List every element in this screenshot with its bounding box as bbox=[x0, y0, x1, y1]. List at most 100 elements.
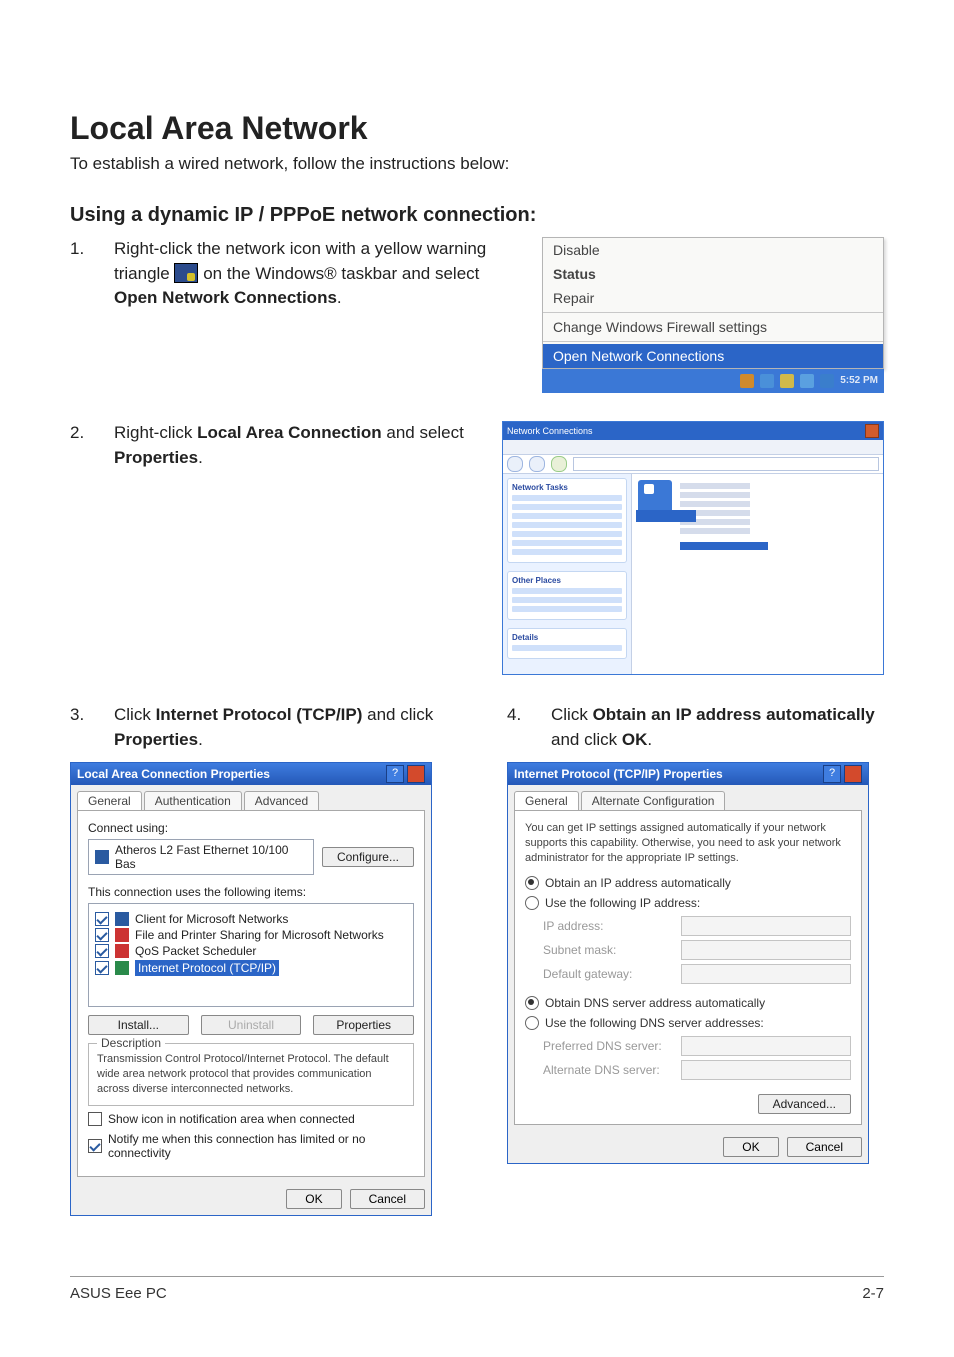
field-label: Alternate DNS server: bbox=[543, 1063, 673, 1077]
tcpip-properties-dialog-figure: Internet Protocol (TCP/IP) Properties ? … bbox=[507, 762, 869, 1164]
adapter-name: Atheros L2 Fast Ethernet 10/100 Bas bbox=[115, 843, 307, 871]
text: . bbox=[647, 730, 652, 749]
radio-label: Obtain DNS server address automatically bbox=[545, 996, 765, 1010]
field-label: Subnet mask: bbox=[543, 943, 673, 957]
tab-advanced: Advanced bbox=[244, 791, 319, 810]
ok-button: OK bbox=[723, 1137, 778, 1157]
cancel-button: Cancel bbox=[787, 1137, 862, 1157]
radio-label: Obtain an IP address automatically bbox=[545, 876, 731, 890]
lac-properties-dialog-figure: Local Area Connection Properties ? Gener… bbox=[70, 762, 432, 1216]
gateway-field bbox=[681, 964, 851, 984]
forward-icon bbox=[529, 456, 545, 472]
radio-icon bbox=[525, 996, 539, 1010]
radio-icon bbox=[525, 896, 539, 910]
text-bold: Properties bbox=[114, 448, 198, 467]
close-icon bbox=[407, 765, 425, 783]
text-bold: Open Network Connections bbox=[114, 288, 337, 307]
window-title: Network Connections bbox=[507, 426, 593, 436]
page-subtitle: Using a dynamic IP / PPPoE network conne… bbox=[70, 204, 884, 227]
configure-button: Configure... bbox=[322, 847, 414, 867]
tab-general: General bbox=[77, 791, 142, 810]
ok-button: OK bbox=[286, 1189, 341, 1209]
uninstall-button: Uninstall bbox=[201, 1015, 302, 1035]
tray-icon bbox=[780, 374, 794, 388]
step-body: Click Internet Protocol (TCP/IP) and cli… bbox=[114, 703, 447, 752]
side-panel-header: Details bbox=[512, 633, 622, 642]
text-bold: OK bbox=[622, 730, 648, 749]
text: . bbox=[198, 730, 203, 749]
page-title: Local Area Network bbox=[70, 110, 884, 147]
checkbox-icon bbox=[88, 1112, 102, 1126]
step-body: Right-click Local Area Connection and se… bbox=[114, 421, 484, 470]
checkbox-icon bbox=[88, 1139, 102, 1153]
list-item: Client for Microsoft Networks bbox=[135, 912, 288, 926]
text: and click bbox=[551, 730, 622, 749]
toolbar bbox=[503, 455, 883, 474]
text: . bbox=[198, 448, 203, 467]
text-bold: Obtain an IP address automatically bbox=[593, 705, 875, 724]
back-icon bbox=[507, 456, 523, 472]
help-icon: ? bbox=[823, 765, 841, 783]
uses-label: This connection uses the following items… bbox=[88, 885, 414, 899]
field-label: Preferred DNS server: bbox=[543, 1039, 673, 1053]
step-body: Right-click the network icon with a yell… bbox=[114, 237, 524, 311]
tab-alternate: Alternate Configuration bbox=[581, 791, 726, 810]
footer-right: 2-7 bbox=[862, 1285, 884, 1302]
description-label: Description bbox=[97, 1036, 165, 1050]
text-bold: Local Area Connection bbox=[197, 423, 382, 442]
tab-general: General bbox=[514, 791, 579, 810]
connect-using-label: Connect using: bbox=[88, 821, 414, 835]
pref-dns-field bbox=[681, 1036, 851, 1056]
components-listbox: Client for Microsoft Networks File and P… bbox=[88, 903, 414, 1007]
adapter-field: Atheros L2 Fast Ethernet 10/100 Bas bbox=[88, 839, 314, 875]
nic-icon bbox=[95, 850, 109, 864]
ip-blurb: You can get IP settings assigned automat… bbox=[525, 821, 851, 866]
text: Click bbox=[114, 705, 156, 724]
step-number: 3. bbox=[70, 703, 90, 752]
cancel-button: Cancel bbox=[350, 1189, 425, 1209]
tray-icon bbox=[820, 374, 834, 388]
text: Right-click bbox=[114, 423, 197, 442]
menu-item-firewall: Change Windows Firewall settings bbox=[543, 315, 883, 339]
tab-authentication: Authentication bbox=[144, 791, 242, 810]
install-button: Install... bbox=[88, 1015, 189, 1035]
footer-left: ASUS Eee PC bbox=[70, 1285, 167, 1302]
properties-button: Properties bbox=[313, 1015, 414, 1035]
checkbox-label: Notify me when this connection has limit… bbox=[108, 1132, 414, 1160]
close-icon bbox=[865, 424, 879, 438]
side-panel-header: Network Tasks bbox=[512, 483, 622, 492]
step-number: 2. bbox=[70, 421, 90, 470]
description-text: Transmission Control Protocol/Internet P… bbox=[97, 1052, 405, 1097]
taskbar-tray: 5:52 PM bbox=[542, 369, 884, 393]
text: . bbox=[337, 288, 342, 307]
dialog-title: Internet Protocol (TCP/IP) Properties bbox=[514, 767, 723, 781]
address-bar bbox=[573, 457, 879, 471]
text: and select bbox=[382, 423, 464, 442]
menu-item-status: Status bbox=[543, 262, 883, 286]
step-number: 4. bbox=[507, 703, 527, 752]
tray-clock: 5:52 PM bbox=[840, 375, 878, 386]
tray-icon bbox=[760, 374, 774, 388]
text-bold: Properties bbox=[114, 730, 198, 749]
radio-icon bbox=[525, 876, 539, 890]
text: on the Windows® taskbar and select bbox=[203, 264, 479, 283]
menubar bbox=[503, 440, 883, 455]
advanced-button: Advanced... bbox=[758, 1094, 851, 1114]
text-bold: Internet Protocol (TCP/IP) bbox=[156, 705, 363, 724]
list-item: QoS Packet Scheduler bbox=[135, 944, 256, 958]
field-label: Default gateway: bbox=[543, 967, 673, 981]
network-tray-icon bbox=[174, 263, 198, 283]
up-icon bbox=[551, 456, 567, 472]
text: and click bbox=[362, 705, 433, 724]
step-number: 1. bbox=[70, 237, 90, 311]
page-intro: To establish a wired network, follow the… bbox=[70, 153, 884, 176]
menu-item-repair: Repair bbox=[543, 286, 883, 310]
step-body: Click Obtain an IP address automatically… bbox=[551, 703, 884, 752]
close-icon bbox=[844, 765, 862, 783]
side-panel-header: Other Places bbox=[512, 576, 622, 585]
list-item: File and Printer Sharing for Microsoft N… bbox=[135, 928, 384, 942]
radio-icon bbox=[525, 1016, 539, 1030]
lan-connection-icon bbox=[638, 480, 672, 514]
menu-item-open-connections: Open Network Connections bbox=[543, 344, 883, 368]
subnet-field bbox=[681, 940, 851, 960]
